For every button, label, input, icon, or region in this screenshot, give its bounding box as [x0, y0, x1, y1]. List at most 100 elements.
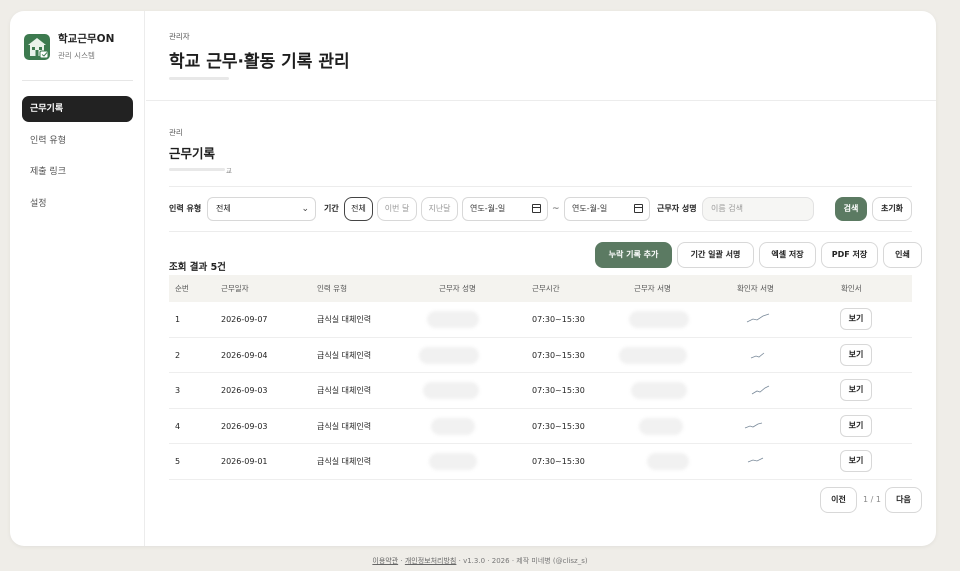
pdf-export-button[interactable]: PDF 저장	[821, 242, 878, 268]
view-certificate-button[interactable]: 보기	[840, 450, 872, 472]
redacted-worker-name	[429, 453, 477, 470]
sidebar-item-settings[interactable]: 설정	[22, 191, 133, 217]
view-certificate-button[interactable]: 보기	[840, 343, 872, 366]
sidebar-nav: 근무기록 인력 유형 제출 링크 설정	[22, 96, 133, 222]
verifier-signature-icon	[744, 422, 763, 428]
add-missing-record-button[interactable]: 누락 기록 추가	[595, 242, 672, 268]
sidebar-divider	[22, 80, 133, 81]
section-redacted-line	[169, 168, 225, 171]
prev-page-button[interactable]: 이전	[820, 487, 857, 513]
bulk-sign-button[interactable]: 기간 일괄 서명	[677, 242, 754, 268]
cell-date: 2026-09-07	[221, 315, 268, 324]
cell-date: 2026-09-01	[221, 457, 268, 466]
worker-name-input[interactable]: 이름 검색	[702, 197, 814, 221]
sidebar-item-staff-types[interactable]: 인력 유형	[22, 128, 133, 154]
table-row: 1 2026-09-07 급식실 대체인력 07:30~15:30 보기	[169, 302, 912, 338]
header-redacted-line	[169, 77, 229, 80]
cell-work-time: 07:30~15:30	[532, 386, 585, 395]
view-certificate-button[interactable]: 보기	[840, 414, 872, 437]
print-button[interactable]: 인쇄	[883, 242, 922, 268]
period-all-button[interactable]: 전체	[344, 197, 373, 221]
redacted-worker-signature	[629, 311, 689, 328]
start-date-placeholder: 연도-월-일	[470, 204, 506, 213]
cell-type: 급식실 대체인력	[317, 315, 372, 324]
page-header: 관리자 학교 근무·활동 기록 관리	[146, 11, 936, 101]
brand[interactable]: 학교근무ON 관리 시스템	[24, 31, 114, 61]
redacted-worker-signature	[647, 453, 689, 470]
year: 2026	[491, 557, 510, 565]
start-date-input[interactable]: 연도-월-일	[462, 197, 548, 221]
period-last-month-button[interactable]: 지난달	[421, 197, 458, 221]
footer: 이용약관 · 개인정보처리방침 · v1.3.0 · 2026 · 제작 미네병…	[0, 556, 960, 566]
main-content: 관리자 학교 근무·활동 기록 관리 관리 근무기록 교 인력 유형 전체 ⌄ …	[146, 11, 936, 546]
view-certificate-button[interactable]: 보기	[840, 308, 872, 330]
cell-type: 급식실 대체인력	[317, 350, 372, 360]
page-info: 1 / 1	[863, 495, 881, 504]
next-page-button[interactable]: 다음	[885, 487, 922, 513]
excel-export-button[interactable]: 엑셀 저장	[759, 242, 816, 268]
sidebar-item-work-records[interactable]: 근무기록	[22, 96, 133, 122]
table-row: 4 2026-09-03 급식실 대체인력 07:30~15:30 보기	[169, 409, 912, 444]
verifier-signature-icon	[747, 457, 764, 463]
redacted-worker-name	[419, 346, 479, 364]
footer-sep: ·	[400, 557, 403, 565]
filter-top-divider	[169, 186, 912, 187]
cell-work-time: 07:30~15:30	[532, 421, 585, 431]
col-certificate: 확인서	[841, 284, 862, 293]
verifier-signature-icon	[751, 385, 770, 395]
search-button[interactable]: 검색	[835, 197, 867, 221]
cell-no: 2	[175, 350, 181, 360]
col-worker-name: 근무자 성명	[439, 284, 476, 293]
filter-bottom-divider	[169, 231, 912, 232]
cell-date: 2026-09-03	[221, 421, 268, 431]
staff-type-label: 인력 유형	[169, 204, 202, 213]
cell-type: 급식실 대체인력	[317, 386, 372, 395]
table-row: 3 2026-09-03 급식실 대체인력 07:30~15:30 보기	[169, 373, 912, 409]
school-logo-icon	[24, 34, 50, 60]
end-date-input[interactable]: 연도-월-일	[564, 197, 650, 221]
credit: 제작 미네병 (@clisz_s)	[516, 557, 588, 565]
reset-button[interactable]: 초기화	[872, 197, 912, 221]
records-table: 순번 근무일자 인력 유형 근무자 성명 근무시간 근무자 서명 확인자 서명 …	[169, 275, 912, 480]
table-row: 5 2026-09-01 급식실 대체인력 07:30~15:30 보기	[169, 444, 912, 480]
version: v1.3.0	[463, 557, 486, 565]
section-subtitle: 교	[226, 167, 232, 175]
cell-date: 2026-09-04	[221, 350, 268, 360]
cell-work-time: 07:30~15:30	[532, 315, 585, 324]
staff-type-value: 전체	[216, 204, 231, 213]
calendar-icon	[532, 204, 541, 213]
cell-no: 1	[175, 315, 181, 324]
table-header: 순번 근무일자 인력 유형 근무자 성명 근무시간 근무자 서명 확인자 서명 …	[169, 275, 912, 302]
period-label: 기간	[324, 204, 339, 213]
footer-sep: ·	[458, 557, 461, 565]
staff-type-select[interactable]: 전체 ⌄	[207, 197, 316, 221]
cell-no: 5	[175, 457, 181, 466]
col-type: 인력 유형	[317, 284, 347, 293]
cell-type: 급식실 대체인력	[317, 457, 372, 466]
page-title: 학교 근무·활동 기록 관리	[169, 52, 350, 72]
view-certificate-button[interactable]: 보기	[840, 379, 872, 401]
cell-no: 3	[175, 386, 181, 395]
worker-name-label: 근무자 성명	[657, 204, 697, 213]
end-date-placeholder: 연도-월-일	[572, 204, 608, 213]
redacted-worker-name	[427, 311, 479, 328]
verifier-signature-icon	[750, 352, 765, 358]
col-work-time: 근무시간	[532, 284, 560, 293]
header-eyebrow: 관리자	[169, 32, 190, 41]
table-row: 2 2026-09-04 급식실 대체인력 07:30~15:30 보기	[169, 338, 912, 373]
redacted-worker-name	[423, 382, 479, 399]
period-this-month-button[interactable]: 이번 달	[377, 197, 417, 221]
footer-sep: ·	[511, 557, 515, 565]
verifier-signature-icon	[746, 313, 770, 323]
brand-subtitle: 관리 시스템	[58, 51, 95, 60]
chevron-down-icon: ⌄	[301, 204, 309, 214]
sidebar-item-submit-links[interactable]: 제출 링크	[22, 159, 133, 185]
sidebar: 학교근무ON 관리 시스템 근무기록 인력 유형 제출 링크 설정	[10, 11, 145, 546]
col-no: 순번	[175, 284, 189, 293]
terms-link[interactable]: 이용약관	[372, 557, 398, 565]
table-body: 1 2026-09-07 급식실 대체인력 07:30~15:30 보기 2 2026-09…	[169, 302, 912, 480]
footer-sep: ·	[487, 557, 490, 565]
section-title: 근무기록	[169, 146, 216, 161]
privacy-link[interactable]: 개인정보처리방침	[405, 557, 457, 565]
brand-title: 학교근무ON	[58, 33, 115, 45]
